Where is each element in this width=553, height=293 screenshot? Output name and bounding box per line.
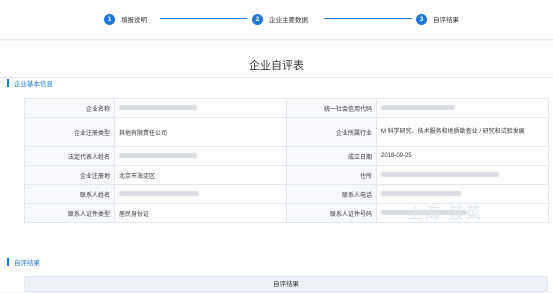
table-row: 法定代表人姓名 成立日期 2018-09-25 (24, 146, 549, 166)
page-title: 企业自评表 (249, 60, 304, 72)
step-connector-2 (324, 18, 412, 19)
watermark: 上海 菠菜 (408, 204, 483, 222)
title-divider (0, 77, 553, 78)
credit-code-label: 统一社会信用代码 (286, 98, 377, 118)
redacted-value (119, 190, 199, 196)
step-1-label: 填报说明 (121, 17, 147, 24)
section-accent-bar (7, 258, 9, 266)
basic-info-section-header: 企业基本信息 (7, 77, 53, 89)
step-2-label: 企业主要数据 (269, 17, 308, 24)
table-row: 企业名称 统一社会信用代码 (24, 98, 549, 118)
step-2[interactable]: 2 企业主要数据 (252, 12, 308, 26)
result-table-header: 自评结果 (24, 276, 548, 292)
company-name-label: 企业名称 (24, 98, 115, 118)
founded-date-label: 成立日期 (286, 146, 377, 166)
basic-info-section-title: 企业基本信息 (14, 81, 53, 88)
contact-name-value (114, 184, 287, 204)
address-value (376, 165, 549, 185)
redacted-value (381, 171, 499, 177)
contact-phone-label: 联系人电话 (286, 184, 377, 204)
step-connector-1 (160, 18, 247, 19)
contact-id-type-value: 居民身份证 (114, 203, 287, 223)
contact-name-label: 联系人姓名 (24, 184, 115, 204)
step-1-number: 1 (104, 13, 115, 25)
industry-label: 企业所属行业 (286, 117, 377, 147)
founded-date-value: 2018-09-25 (376, 146, 549, 166)
contact-id-number-label: 联系人证件号码 (286, 203, 377, 223)
section-accent-bar (7, 79, 9, 87)
company-name-value (114, 98, 287, 118)
contact-id-type-label: 联系人证件类型 (24, 203, 115, 223)
table-row: 企业注册地 北京市海淀区 住所 (24, 165, 549, 185)
self-assessment-card: 企业自评表 企业基本信息 企业名称 统一社会信用代码 企业注册类型 其他有限责任… (0, 41, 553, 292)
table-row: 联系人姓名 联系人电话 (24, 184, 549, 204)
registration-type-label: 企业注册类型 (24, 117, 115, 147)
step-3-label: 自评结果 (433, 17, 459, 24)
step-2-number: 2 (252, 13, 263, 25)
table-row: 企业注册类型 其他有限责任公司 企业所属行业 M 科学研究、技术服务和地质勘查业… (24, 117, 549, 147)
redacted-value (381, 190, 461, 196)
registered-location-value: 北京市海淀区 (114, 165, 287, 185)
result-section-title: 自评结果 (14, 260, 40, 267)
step-indicator: 1 填报说明 2 企业主要数据 3 自评结果 (104, 12, 474, 26)
redacted-value (119, 152, 197, 158)
step-header: 1 填报说明 2 企业主要数据 3 自评结果 (0, 0, 553, 40)
industry-value: M 科学研究、技术服务和地质勘查业 / 研究和试验发展 (376, 117, 549, 147)
contact-phone-value (376, 184, 549, 204)
result-section-header: 自评结果 (7, 256, 40, 268)
legal-rep-label: 法定代表人姓名 (24, 146, 115, 166)
redacted-value (119, 104, 197, 110)
legal-rep-value (114, 146, 287, 166)
registered-location-label: 企业注册地 (24, 165, 115, 185)
address-label: 住所 (286, 165, 377, 185)
redacted-value (381, 104, 455, 110)
registration-type-value: 其他有限责任公司 (114, 117, 287, 147)
step-3[interactable]: 3 自评结果 (416, 12, 459, 26)
credit-code-value (376, 98, 549, 118)
step-1[interactable]: 1 填报说明 (104, 12, 147, 26)
step-3-number: 3 (416, 13, 427, 25)
